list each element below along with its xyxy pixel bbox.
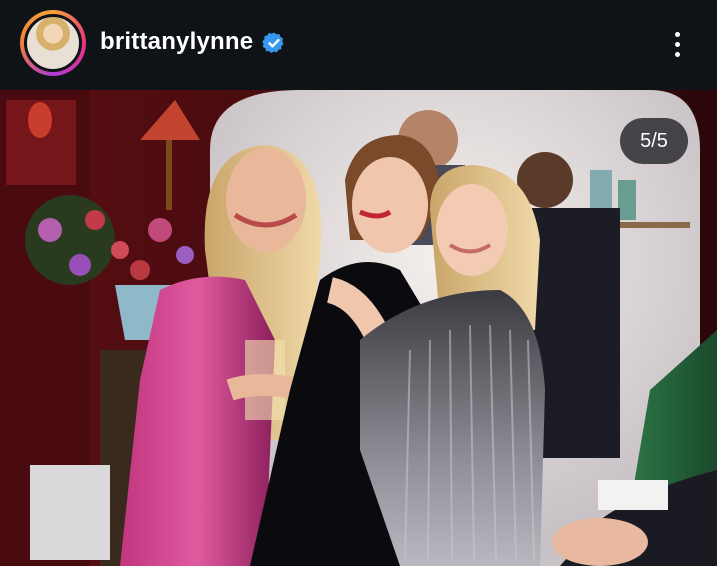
more-dot bbox=[674, 51, 680, 57]
post-photo[interactable] bbox=[0, 90, 717, 566]
post-header: brittanylynne bbox=[0, 0, 717, 90]
more-dot bbox=[674, 31, 680, 37]
instagram-post: brittanylynne 5/5 bbox=[0, 0, 717, 566]
avatar[interactable] bbox=[24, 14, 82, 72]
username-link[interactable]: brittanylynne bbox=[100, 28, 253, 56]
more-options-icon[interactable] bbox=[660, 24, 694, 64]
carousel-counter: 5/5 bbox=[620, 118, 688, 164]
more-dot bbox=[674, 41, 680, 47]
photo-scene bbox=[0, 90, 717, 566]
story-ring[interactable] bbox=[20, 10, 86, 76]
verified-badge-icon bbox=[262, 32, 284, 53]
